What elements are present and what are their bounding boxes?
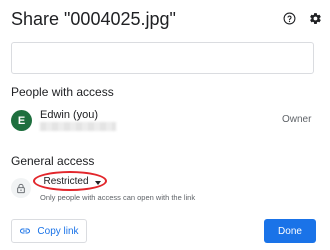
lock-icon: [17, 183, 25, 193]
gear-icon: [309, 12, 321, 24]
copy-link-button[interactable]: Copy link: [11, 219, 87, 243]
caret-down-icon: [94, 180, 101, 185]
copy-link-label: Copy link: [37, 225, 79, 237]
help-button[interactable]: [280, 9, 298, 27]
avatar: E: [11, 110, 32, 131]
person-name: Edwin (you): [40, 109, 99, 121]
general-access-dropdown[interactable]: Restricted: [33, 171, 107, 193]
general-access-heading: General access: [11, 154, 95, 168]
general-access-selected: Restricted: [43, 176, 89, 187]
general-access-description: Only people with access can open with th…: [40, 193, 196, 202]
person-role: Owner: [282, 114, 312, 125]
access-icon-circle: [11, 178, 31, 198]
link-icon: [20, 228, 31, 234]
add-people-input[interactable]: [11, 42, 314, 74]
person-email-redacted: [40, 122, 116, 131]
done-button[interactable]: Done: [264, 219, 316, 243]
share-dialog: Share "0004025.jpg" People with access E…: [0, 0, 330, 250]
help-circle-icon: [283, 12, 295, 24]
people-with-access-heading: People with access: [11, 85, 114, 99]
dialog-title: Share "0004025.jpg": [11, 9, 176, 29]
settings-button[interactable]: [306, 9, 324, 27]
